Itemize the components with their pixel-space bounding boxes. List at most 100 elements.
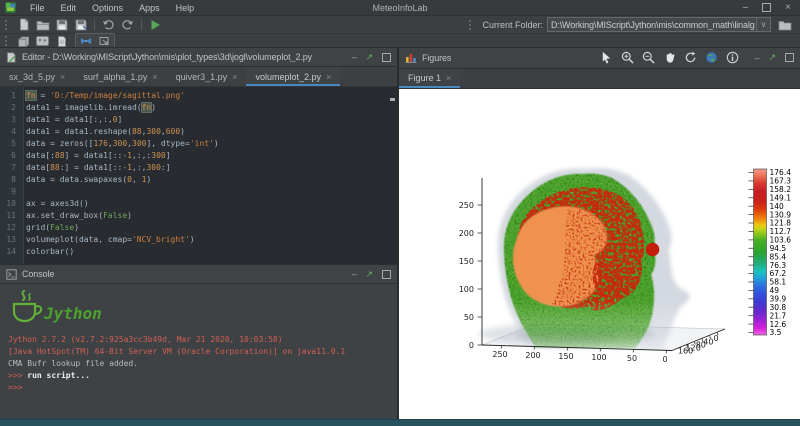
console-minimize-button[interactable]: – (352, 269, 357, 279)
code-line: 13volumeplot(data, cmap='NCV_bright') (0, 234, 397, 246)
figures-panel-header: Figures (399, 47, 800, 69)
tab-quiver3_1.py[interactable]: quiver3_1.py× (167, 67, 247, 86)
menu-file[interactable]: File (22, 0, 53, 15)
jython-logo: Jython (8, 288, 108, 330)
pan-hand-icon[interactable] (662, 51, 677, 65)
code-line: 1fn = 'D:/Temp/image/sagittal.png' (0, 90, 397, 102)
zoom-out-icon[interactable] (641, 51, 656, 65)
svg-text:0: 0 (713, 334, 718, 343)
editor-maximize-button[interactable] (382, 53, 391, 62)
svg-text:100: 100 (591, 353, 606, 362)
run-script-button[interactable] (146, 18, 165, 32)
view-toolbar-drag-handle[interactable] (5, 36, 10, 46)
current-folder-label: Current Folder: (482, 20, 543, 30)
image-viewer-icon[interactable] (33, 34, 52, 48)
zoom-in-icon[interactable] (620, 51, 635, 65)
editor-panel: Editor - D:\Working\MIScript\Jython\mis\… (0, 47, 397, 264)
svg-text:3.5: 3.5 (770, 328, 782, 337)
svg-text:40: 40 (703, 337, 713, 346)
editor-panel-header: Editor - D:\Working\MIScript\Jython\mis\… (0, 47, 397, 67)
current-folder-value: D:\Working\MIScript\Jython\mis\common_ma… (548, 20, 756, 30)
code-line: 6data[:88] = data1[::-1,:,:300] (0, 150, 397, 162)
tab-figure-1[interactable]: Figure 1 × (399, 69, 460, 89)
console-line: >>> run script... (8, 370, 397, 382)
open-file-button[interactable] (33, 18, 52, 32)
console-line: >>> (8, 382, 397, 394)
console-icon (6, 269, 17, 280)
menu-options[interactable]: Options (84, 0, 131, 15)
close-tab-icon[interactable]: × (232, 72, 237, 82)
undo-button[interactable] (99, 18, 118, 32)
save-button[interactable] (52, 18, 71, 32)
menu-help[interactable]: Help (168, 0, 203, 15)
code-line: 3data1 = data1[:,:,0] (0, 114, 397, 126)
close-tab-icon[interactable]: × (60, 72, 65, 82)
svg-text:100: 100 (459, 285, 474, 294)
menu-apps[interactable]: Apps (131, 0, 168, 15)
editor-title: Editor - D:\Working\MIScript\Jython\mis\… (22, 52, 312, 62)
pin-console-icon[interactable] (76, 34, 95, 48)
toolbar-drag-handle[interactable] (5, 20, 10, 30)
code-line: 5data = zeros([176,300,300], dtype='int'… (0, 138, 397, 150)
colorbar-gradient (754, 169, 767, 335)
code-editor[interactable]: 1fn = 'D:/Temp/image/sagittal.png'2data1… (0, 87, 397, 264)
figures-float-button[interactable]: ↗ (769, 52, 776, 63)
select-cursor-icon[interactable] (599, 51, 614, 65)
window-minimize-button[interactable]: – (743, 2, 749, 13)
frame-window-icon[interactable] (95, 34, 114, 48)
editor-minimize-button[interactable]: – (352, 52, 357, 62)
code-line: 2data1 = imagelib.imread(fn) (0, 102, 397, 114)
globe-icon[interactable] (704, 51, 719, 65)
window-title: MeteoInfoLab (372, 3, 427, 13)
figures-icon (405, 52, 417, 63)
menu-edit[interactable]: Edit (53, 0, 85, 15)
info-icon[interactable] (725, 51, 740, 65)
svg-text:150: 150 (558, 352, 573, 361)
close-tab-icon[interactable]: × (152, 72, 157, 82)
code-line: 11ax.set_draw_box(False) (0, 210, 397, 222)
console-maximize-button[interactable] (382, 270, 391, 279)
svg-text:0: 0 (662, 355, 667, 364)
code-line: 14colorbar() (0, 246, 397, 258)
tab-surf_alpha_1.py[interactable]: surf_alpha_1.py× (74, 67, 166, 86)
volume-plot-3d[interactable]: 2502001501005002502001501005001601208040… (399, 89, 800, 420)
tab-volumeplot_2.py[interactable]: volumeplot_2.py× (246, 67, 340, 86)
console-output[interactable]: Jython Jython 2.7.2 (v2.7.2:925a3cc3b49d… (0, 284, 397, 420)
figure-canvas[interactable]: 2502001501005002502001501005001601208040… (399, 89, 800, 420)
console-float-button[interactable]: ↗ (366, 269, 373, 280)
status-strip (0, 419, 800, 426)
code-line: 4data1 = data1.reshape(88,300,600) (0, 126, 397, 138)
figures-maximize-button[interactable] (785, 53, 794, 62)
figures-panel: Figures (399, 47, 800, 420)
close-tab-icon[interactable]: × (326, 72, 331, 82)
code-line: 9 (0, 186, 397, 198)
browse-folder-button[interactable] (775, 18, 794, 32)
figures-title: Figures (422, 53, 451, 63)
svg-text:200: 200 (525, 351, 540, 360)
redo-button[interactable] (118, 18, 137, 32)
eye-socket-patch (633, 246, 643, 259)
window-maximize-button[interactable] (762, 3, 771, 12)
current-folder-combobox[interactable]: D:\Working\MIScript\Jython\mis\common_ma… (547, 17, 771, 32)
window-close-button[interactable]: × (785, 2, 791, 13)
new-file-button[interactable] (14, 18, 33, 32)
svg-text:50: 50 (627, 354, 637, 363)
tab-sx_3d_5.py[interactable]: sx_3d_5.py× (0, 67, 74, 86)
svg-text:Jython: Jython (43, 304, 102, 323)
app-logo-icon (5, 2, 16, 13)
layers-icon[interactable] (14, 34, 33, 48)
rotate-icon[interactable] (683, 51, 698, 65)
figures-tab-bar: Figure 1 × (399, 69, 800, 90)
code-line: 12grid(False) (0, 222, 397, 234)
save-as-button[interactable] (71, 18, 90, 32)
chevron-down-icon[interactable]: ∨ (756, 18, 770, 31)
close-tab-icon[interactable]: × (446, 73, 451, 83)
new-doc-icon[interactable] (52, 34, 71, 48)
current-folder-drag-handle[interactable] (469, 20, 474, 30)
figures-minimize-button[interactable]: – (755, 53, 760, 63)
code-line: 10ax = axes3d() (0, 198, 397, 210)
colorbar: 176.4167.3158.2149.1140130.9121.8112.710… (749, 168, 792, 337)
svg-text:200: 200 (459, 229, 474, 238)
svg-text:0: 0 (469, 341, 474, 350)
editor-float-button[interactable]: ↗ (366, 52, 373, 63)
